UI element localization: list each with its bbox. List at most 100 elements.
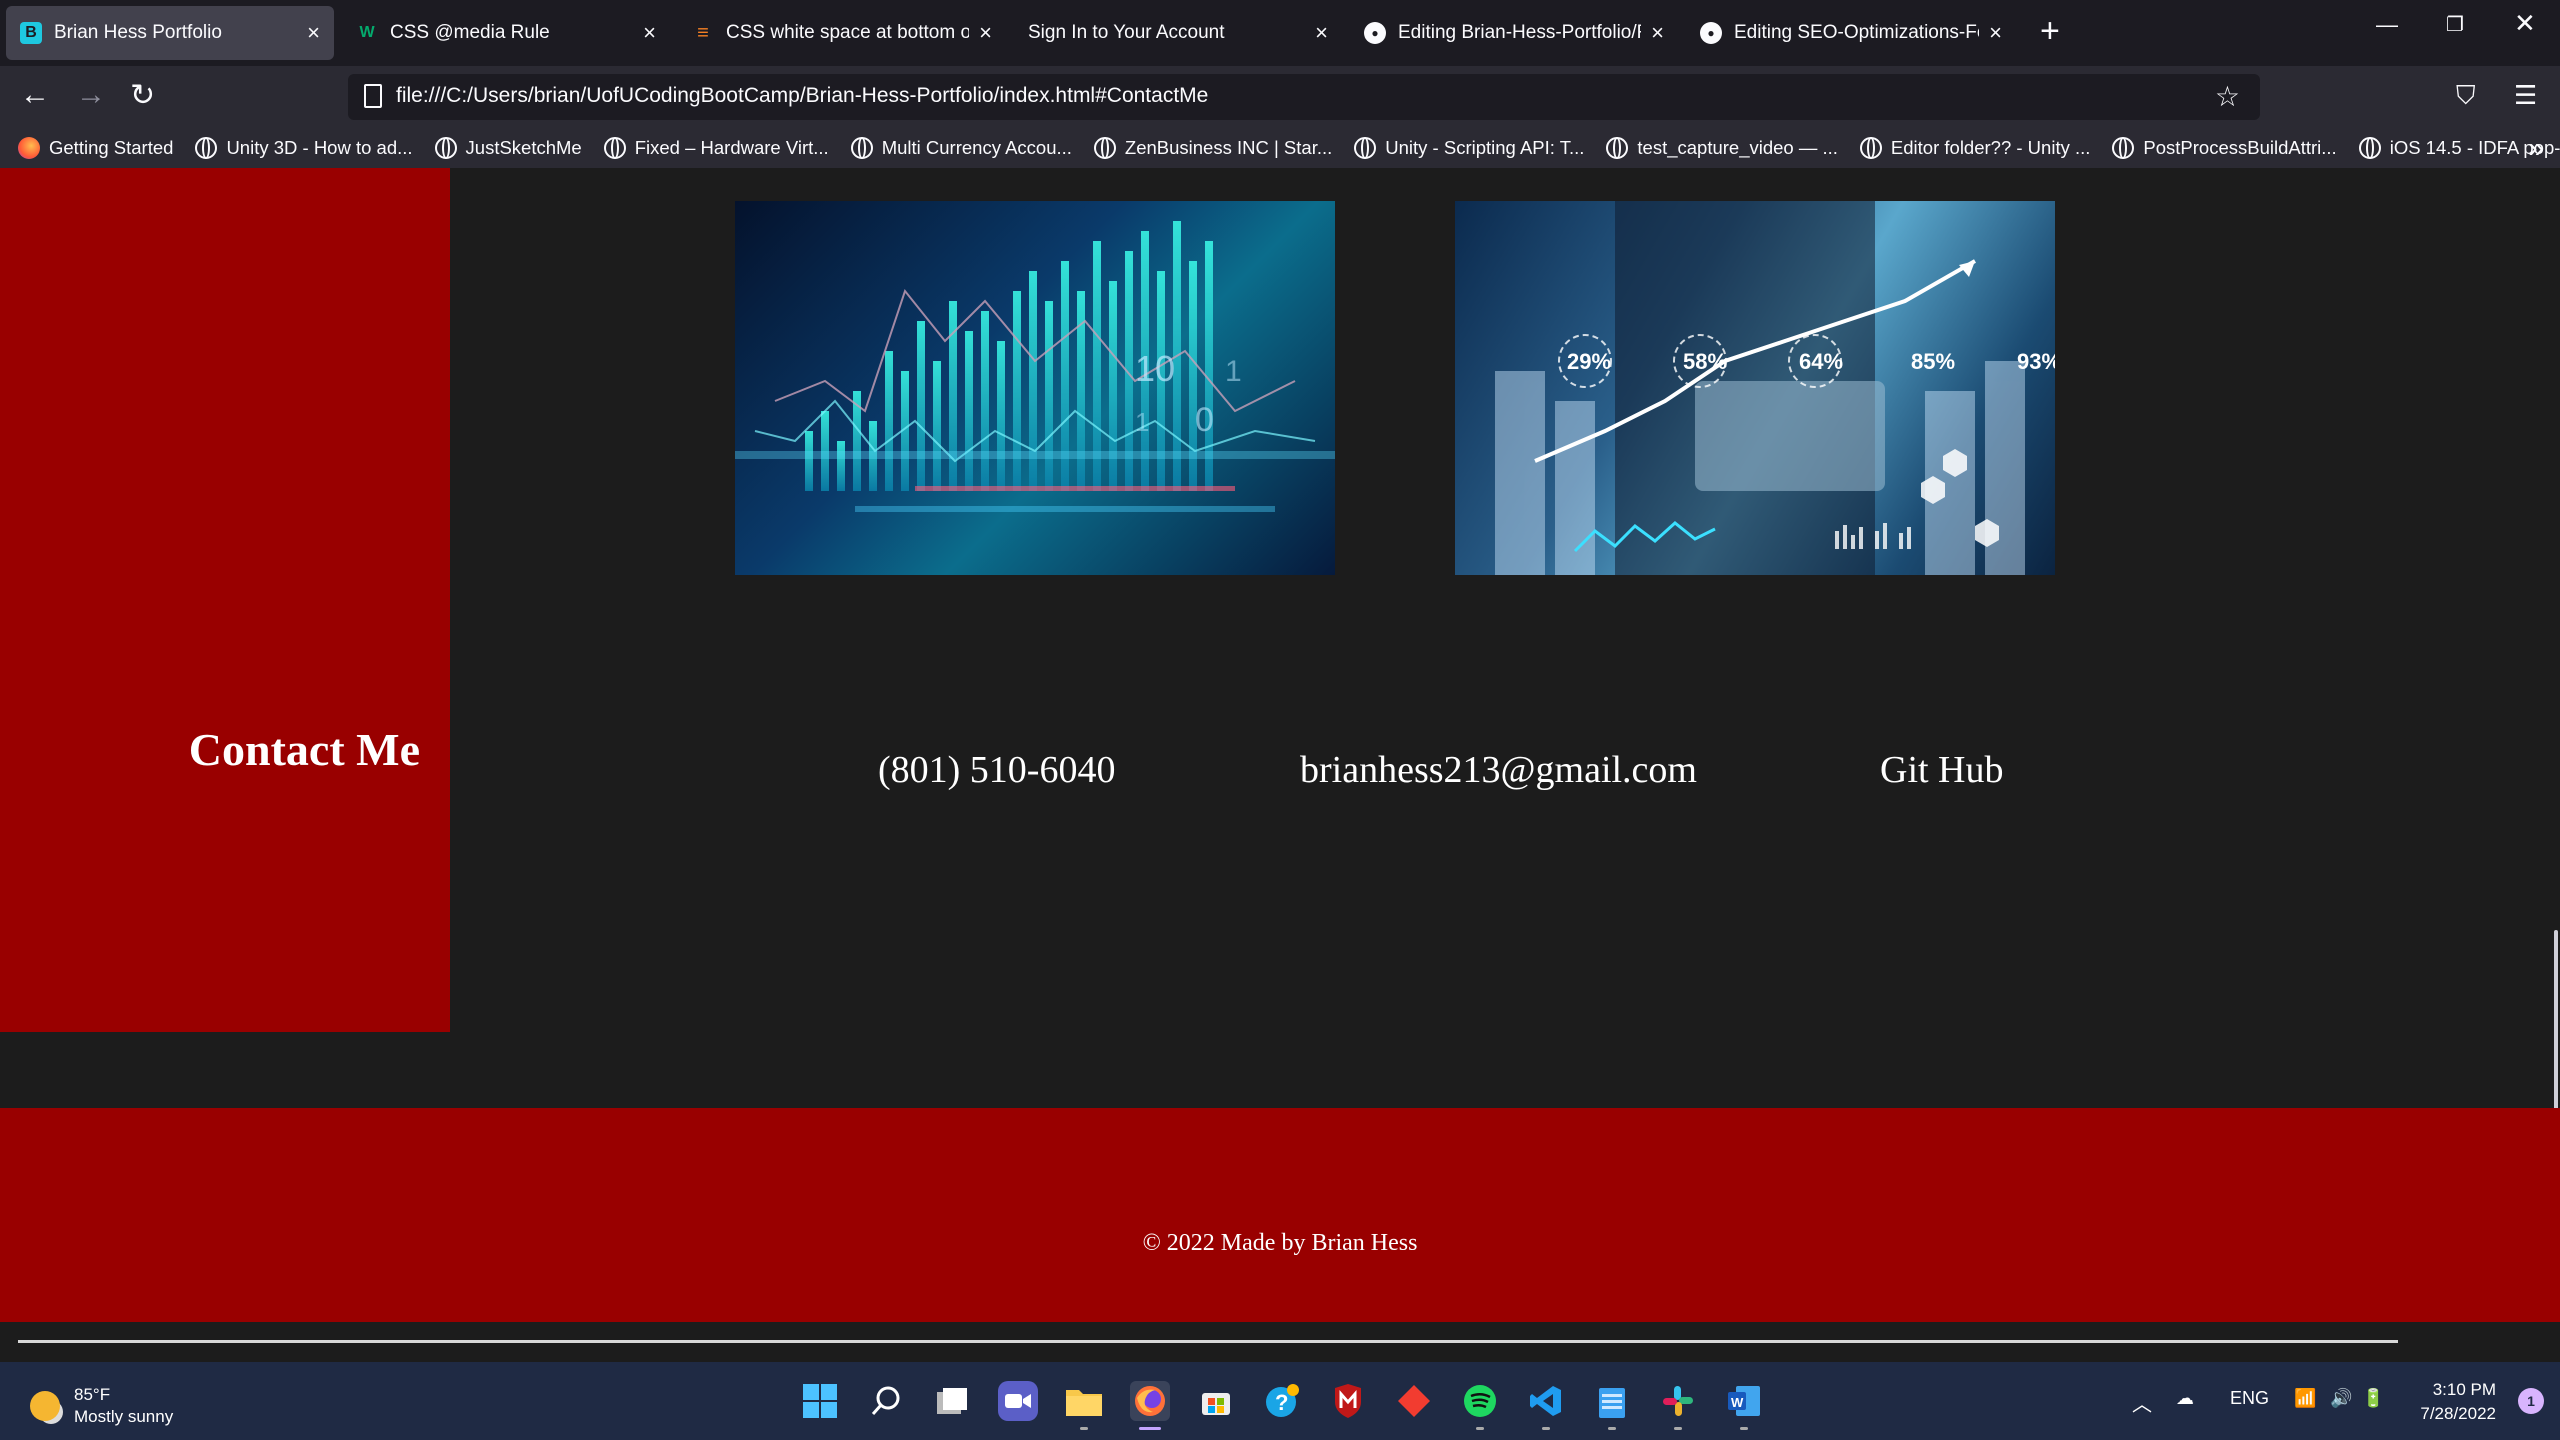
close-tab-icon[interactable]: ×	[1989, 20, 2002, 46]
globe-icon	[850, 137, 873, 159]
contact-me-heading: Contact Me	[188, 724, 420, 775]
bookmark-item[interactable]: PostProcessBuildAttri...	[2112, 137, 2337, 159]
tab-title: Sign In to Your Account	[1028, 22, 1225, 43]
git-diamond-icon[interactable]	[1394, 1381, 1434, 1421]
tab-sign-in[interactable]: Sign In to Your Account ×	[1014, 6, 1342, 60]
globe-icon	[434, 137, 457, 159]
vscode-icon[interactable]	[1526, 1381, 1566, 1430]
close-tab-icon[interactable]: ×	[643, 20, 656, 46]
windows-start-icon[interactable]	[800, 1381, 840, 1421]
bookmark-star-icon[interactable]: ☆	[2215, 80, 2240, 113]
volume-icon[interactable]: 🔊	[2330, 1388, 2352, 1409]
close-tab-icon[interactable]: ×	[1651, 20, 1664, 46]
bookmark-item[interactable]: Multi Currency Accou...	[850, 137, 1072, 159]
show-hidden-icons-chevron-icon[interactable]: ︿	[2132, 1388, 2152, 1417]
globe-icon	[1859, 137, 1882, 159]
restore-window-icon[interactable]: ❐	[2446, 12, 2464, 37]
reload-icon[interactable]: ↻	[130, 78, 155, 113]
wifi-icon[interactable]: 📶	[2294, 1388, 2316, 1409]
battery-icon[interactable]: 🔋	[2362, 1388, 2384, 1409]
bookmark-item[interactable]: Fixed – Hardware Virt...	[603, 137, 829, 159]
page-bottom-strip	[0, 1322, 2560, 1362]
clock-date: 7/28/2022	[2420, 1404, 2496, 1423]
windows-taskbar: 85°F Mostly sunny ? W ︿ ☁ ENG 📶 🔊 🔋 3:10…	[0, 1362, 2560, 1440]
globe-icon	[1093, 137, 1116, 159]
bookmark-item[interactable]: Unity - Scripting API: T...	[1354, 137, 1584, 159]
new-tab-button[interactable]: +	[2040, 12, 2060, 51]
bookmark-item[interactable]: test_capture_video — ...	[1606, 137, 1838, 159]
bookmark-item[interactable]: Editor folder?? - Unity ...	[1859, 137, 2090, 159]
tab-css-media-rule[interactable]: W CSS @media Rule ×	[342, 6, 670, 60]
get-help-icon[interactable]: ?	[1262, 1381, 1302, 1421]
horizontal-scrollbar[interactable]	[18, 1340, 2398, 1343]
task-view-icon[interactable]	[932, 1381, 972, 1421]
email-link[interactable]: brianhess213@gmail.com	[1300, 748, 1697, 792]
phone-link[interactable]: (801) 510-6040	[878, 748, 1115, 792]
analytics-label: 29%	[1567, 349, 1611, 374]
tab-css-white-space[interactable]: ≡ CSS white space at bottom of page ×	[678, 6, 1006, 60]
bookmarks-toolbar: Getting Started Unity 3D - How to ad... …	[0, 128, 2560, 168]
w3schools-favicon-icon: W	[359, 24, 375, 41]
contact-section-sidebar: Contact Me	[0, 168, 450, 1032]
analytics-label: 93%	[2017, 349, 2055, 374]
chart-overlay-text: 1	[1225, 355, 1242, 388]
page-footer: © 2022 Made by Brian Hess	[0, 1108, 2560, 1322]
pocket-icon[interactable]: ⛉	[2456, 80, 2476, 112]
microsoft-store-icon[interactable]	[1196, 1381, 1236, 1421]
back-arrow-icon[interactable]: ←	[20, 78, 50, 112]
firefox-taskbar-icon[interactable]	[1130, 1381, 1170, 1430]
navigation-toolbar: ← → ↻ file:///C:/Users/brian/UofUCodingB…	[0, 66, 2560, 128]
tab-brian-hess-portfolio[interactable]: B Brian Hess Portfolio ×	[6, 6, 334, 60]
search-icon[interactable]	[866, 1381, 906, 1421]
globe-icon	[1606, 137, 1629, 159]
analytics-label: 85%	[1911, 349, 1955, 374]
close-tab-icon[interactable]: ×	[1315, 20, 1328, 46]
globe-icon	[195, 137, 218, 159]
github-favicon-icon: ●	[1700, 22, 1722, 44]
input-language[interactable]: ENG	[2230, 1388, 2269, 1409]
page-viewport: Contact Me 10 1 0 1 29% 58% 64% 85% 93 (…	[0, 168, 2560, 1362]
notepad-icon[interactable]	[1592, 1381, 1632, 1430]
bookmark-item[interactable]: ZenBusiness INC | Star...	[1093, 137, 1332, 159]
close-window-icon[interactable]: ✕	[2514, 8, 2536, 39]
close-tab-icon[interactable]: ×	[979, 20, 992, 46]
stock-chart-illustration: 10 1 0 1	[735, 221, 1335, 512]
forward-arrow-icon[interactable]: →	[76, 78, 106, 112]
tab-title: CSS @media Rule	[390, 22, 550, 43]
temperature: 85°F	[74, 1385, 111, 1404]
stackoverflow-favicon-icon: ≡	[697, 21, 709, 44]
project-image-stock-chart[interactable]: 10 1 0 1	[735, 201, 1335, 575]
mcafee-icon[interactable]	[1328, 1381, 1368, 1421]
close-tab-icon[interactable]: ×	[307, 20, 320, 46]
more-bookmarks-chevron-icon[interactable]: »	[2528, 132, 2544, 164]
globe-icon	[1354, 137, 1377, 159]
globe-icon	[603, 137, 626, 159]
firefox-icon	[18, 137, 40, 159]
project-image-business-analytics[interactable]: 29% 58% 64% 85% 93%	[1455, 201, 2055, 575]
minimize-window-icon[interactable]: —	[2376, 12, 2398, 38]
spotify-icon[interactable]	[1460, 1381, 1500, 1430]
weather-widget[interactable]: 85°F Mostly sunny	[30, 1384, 173, 1428]
tab-editing-readme[interactable]: ● Editing Brian-Hess-Portfolio/README ×	[1350, 6, 1678, 60]
bookmark-item[interactable]: JustSketchMe	[434, 137, 582, 159]
github-favicon-icon: ●	[1364, 22, 1386, 44]
menu-icon[interactable]: ☰	[2514, 80, 2537, 111]
onedrive-error-icon[interactable]: ☁	[2176, 1388, 2194, 1409]
teams-chat-icon[interactable]	[998, 1381, 1038, 1421]
file-explorer-icon[interactable]	[1064, 1381, 1104, 1430]
word-icon[interactable]: W	[1724, 1381, 1764, 1430]
slack-icon[interactable]	[1658, 1381, 1698, 1430]
bookmark-item[interactable]: Unity 3D - How to ad...	[195, 137, 413, 159]
system-clock[interactable]: 3:10 PM 7/28/2022	[2420, 1378, 2496, 1426]
sunny-weather-icon	[30, 1391, 60, 1421]
github-link[interactable]: Git Hub	[1880, 748, 2004, 792]
tab-title: CSS white space at bottom of page	[726, 22, 970, 43]
url-text[interactable]: file:///C:/Users/brian/UofUCodingBootCam…	[396, 84, 1208, 108]
tab-title: Editing Brian-Hess-Portfolio/README	[1398, 22, 1641, 43]
globe-icon	[2358, 137, 2381, 159]
bookmark-item[interactable]: Getting Started	[18, 137, 173, 159]
tab-editing-seo[interactable]: ● Editing SEO-Optimizations-For ×	[1686, 6, 2016, 60]
notification-badge[interactable]: 1	[2518, 1388, 2544, 1414]
address-bar[interactable]: file:///C:/Users/brian/UofUCodingBootCam…	[348, 74, 2260, 120]
tab-title: Editing SEO-Optimizations-For	[1734, 22, 1980, 43]
